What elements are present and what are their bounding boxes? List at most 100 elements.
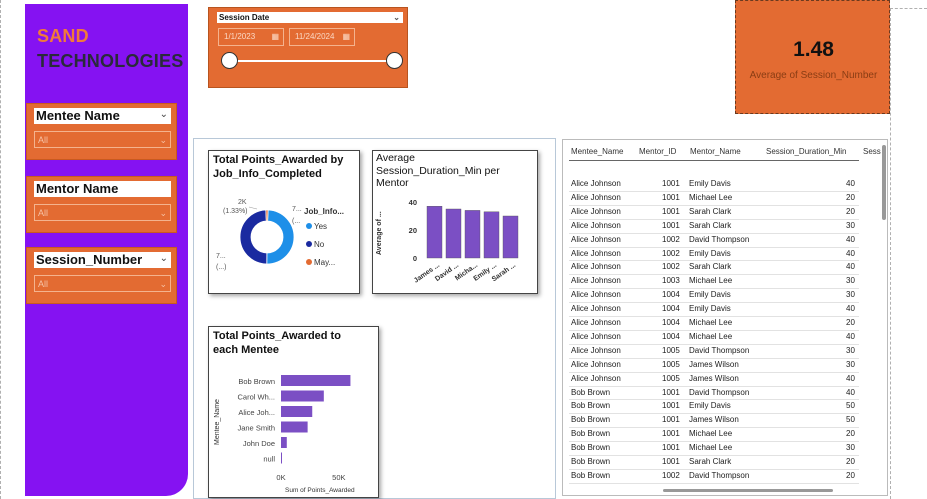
- chevron-down-icon[interactable]: ⌄: [159, 205, 167, 221]
- end-date-handle[interactable]: [386, 52, 403, 69]
- mentor-name-dropdown[interactable]: All ⌄: [34, 204, 171, 221]
- donut-slice-yes[interactable]: [266, 209, 295, 265]
- end-date-input[interactable]: 11/24/2024 ▦: [289, 28, 355, 46]
- points-ylabel: Mentee_Name: [214, 399, 221, 445]
- table-cell: 1002: [662, 470, 680, 480]
- session-number-slicer[interactable]: Session_Number ⌄ All ⌄: [26, 247, 177, 304]
- horizontal-scrollbar[interactable]: [663, 489, 833, 492]
- table-cell: 1004: [662, 304, 680, 314]
- table-row[interactable]: Alice Johnson 1004 Emily Davis 40: [563, 302, 879, 316]
- table-row[interactable]: Bob Brown 1001 Sarah Clark 20: [563, 455, 879, 469]
- table-cell: Alice Johnson: [571, 318, 621, 327]
- table-cell: James Wilson: [689, 415, 739, 425]
- xtick-label: 50K: [332, 473, 345, 482]
- kpi-value: 1.48: [793, 38, 834, 61]
- table-cell: Michael Lee: [689, 443, 733, 453]
- chevron-down-icon[interactable]: ⌄: [160, 253, 168, 264]
- avg-duration-chart: Average of ... 40200James ...David ...Mi…: [376, 198, 519, 285]
- kpi-card[interactable]: 1.48 Average of Session_Number: [735, 0, 890, 114]
- column-header[interactable]: Session_Duration_Min: [766, 147, 847, 156]
- table-row[interactable]: Alice Johnson 1001 Sarah Clark 20: [563, 205, 879, 219]
- avg-duration-bars[interactable]: 40200James ...David ...Micha...Emily ...…: [409, 198, 519, 285]
- calendar-icon[interactable]: ▦: [342, 29, 350, 45]
- table-row[interactable]: Alice Johnson 1005 James Wilson 40: [563, 372, 879, 386]
- legend-yes[interactable]: Yes: [314, 222, 327, 231]
- table-cell: David Thompson: [689, 470, 750, 480]
- column-header[interactable]: Mentor_Name: [690, 147, 741, 156]
- table-cell: Alice Johnson: [571, 290, 621, 300]
- column-header[interactable]: Mentee_Name: [571, 147, 623, 156]
- bar-3[interactable]: [483, 211, 500, 259]
- table-cell: Bob Brown: [571, 470, 611, 480]
- start-date-input[interactable]: 1/1/2023 ▦: [218, 28, 284, 46]
- vertical-scrollbar[interactable]: [882, 145, 886, 220]
- table-row[interactable]: Alice Johnson 1002 David Thompson 40: [563, 233, 879, 247]
- bar-5[interactable]: [281, 452, 282, 464]
- table-row[interactable]: Alice Johnson 1003 Michael Lee 30: [563, 274, 879, 288]
- bar-0[interactable]: [281, 375, 351, 386]
- bar-3[interactable]: [281, 421, 308, 433]
- table-row[interactable]: Alice Johnson 1004 Emily Davis 30: [563, 288, 879, 302]
- date-range-track[interactable]: [229, 60, 395, 62]
- donut-slice-may[interactable]: [265, 209, 269, 222]
- table-row[interactable]: Alice Johnson 1002 Sarah Clark 40: [563, 260, 879, 274]
- table-row[interactable]: Alice Johnson 1004 Michael Lee 40: [563, 330, 879, 344]
- table-cell: Emily Davis: [689, 179, 731, 188]
- chevron-down-icon[interactable]: ⌄: [159, 276, 167, 292]
- table-row[interactable]: Alice Johnson 1005 David Thompson 30: [563, 344, 879, 358]
- table-cell: Sarah Clark: [689, 262, 732, 272]
- table-row[interactable]: Bob Brown 1001 James Wilson 50: [563, 413, 879, 427]
- table-cell: James Wilson: [689, 373, 739, 383]
- chevron-down-icon[interactable]: ⌄: [393, 12, 400, 23]
- table-row[interactable]: Alice Johnson 1001 Emily Davis 40: [563, 177, 879, 191]
- avg-duration-chart-card[interactable]: Average Session_Duration_Min per Mentor …: [372, 150, 538, 294]
- table-row[interactable]: Alice Johnson 1002 Emily Davis 40: [563, 247, 879, 261]
- table-cell: Bob Brown: [571, 429, 611, 439]
- table-cell: 1004: [662, 290, 680, 300]
- table-cell: 1002: [662, 234, 680, 244]
- table-row[interactable]: Bob Brown 1001 David Thompson 40: [563, 386, 879, 400]
- table-cell: Alice Johnson: [571, 331, 621, 341]
- chevron-down-icon[interactable]: ⌄: [159, 132, 167, 148]
- session-number-dropdown[interactable]: All ⌄: [34, 275, 171, 292]
- column-header[interactable]: Mentor_ID: [639, 147, 676, 156]
- table-row[interactable]: Bob Brown 1001 Michael Lee 30: [563, 441, 879, 455]
- start-date-handle[interactable]: [221, 52, 238, 69]
- mentee-name-slicer[interactable]: Mentee Name ⌄ All ⌄: [26, 103, 177, 160]
- legend-no[interactable]: No: [314, 240, 325, 249]
- bar-2[interactable]: [464, 210, 481, 259]
- donut-chart-card[interactable]: Total Points_Awarded by Job_Info_Complet…: [208, 150, 360, 294]
- mentee-name-dropdown[interactable]: All ⌄: [34, 131, 171, 148]
- start-date-value: 1/1/2023: [224, 32, 256, 41]
- table-row[interactable]: Alice Johnson 1004 Michael Lee 20: [563, 316, 879, 330]
- bar-4[interactable]: [502, 215, 519, 259]
- table-row[interactable]: Bob Brown 1002 David Thompson 20: [563, 469, 879, 483]
- session-date-title[interactable]: Session Date ⌄: [217, 12, 403, 23]
- table-row[interactable]: Bob Brown 1001 Michael Lee 20: [563, 427, 879, 441]
- table-row[interactable]: Alice Johnson 1001 Michael Lee 20: [563, 191, 879, 205]
- sessions-table[interactable]: Mentee_Name Mentor_ID Mentor_Name Session_D…: [562, 139, 888, 496]
- donut-slices[interactable]: [239, 209, 295, 265]
- points-bars[interactable]: Bob Brown Carol Wh... Alice Joh... Jane Smi…: [237, 375, 351, 482]
- report-canvas: SAND TECHNOLOGIES Mentee Name ⌄ All ⌄ Me…: [0, 0, 927, 499]
- column-header[interactable]: Sess: [863, 147, 881, 156]
- mentor-name-slicer[interactable]: Mentor Name All ⌄: [26, 176, 177, 233]
- session-number-value: All: [38, 279, 49, 289]
- ytick-label: null: [263, 455, 275, 464]
- table-cell: Alice Johnson: [571, 220, 621, 230]
- points-per-mentee-card[interactable]: Total Points_Awarded to each Mentee Ment…: [208, 326, 379, 498]
- bar-1[interactable]: [445, 208, 462, 259]
- table-row[interactable]: Alice Johnson 1005 James Wilson 30: [563, 358, 879, 372]
- donut-slice-no[interactable]: [239, 209, 268, 265]
- chevron-down-icon[interactable]: ⌄: [160, 109, 168, 120]
- bar-2[interactable]: [281, 406, 313, 417]
- legend-maybe[interactable]: May...: [314, 258, 335, 267]
- donut-chart: 2K (1.33%) 7... (... 7... (...) Job_Info…: [216, 199, 344, 271]
- table-row[interactable]: Alice Johnson 1001 Sarah Clark 30: [563, 219, 879, 233]
- bar-4[interactable]: [281, 437, 287, 448]
- bar-0[interactable]: [426, 206, 443, 259]
- session-date-slicer[interactable]: Session Date ⌄ 1/1/2023 ▦ 11/24/2024 ▦: [208, 7, 408, 88]
- calendar-icon[interactable]: ▦: [271, 29, 279, 45]
- table-row[interactable]: Bob Brown 1001 Emily Davis 50: [563, 399, 879, 413]
- bar-1[interactable]: [281, 390, 324, 402]
